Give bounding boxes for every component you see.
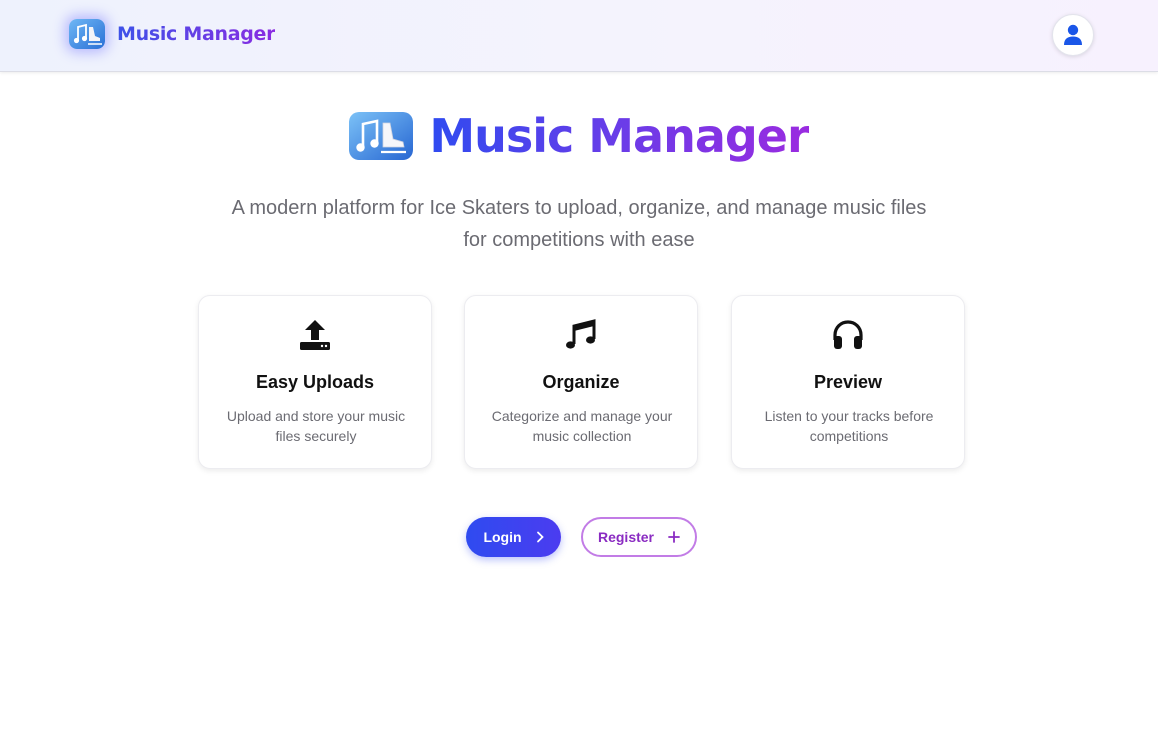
feature-title: Organize (542, 372, 620, 392)
brand[interactable]: Music Manager (69, 18, 275, 50)
hero-subtitle: A modern platform for Ice Skaters to upl… (231, 197, 927, 251)
user-icon (1064, 24, 1082, 45)
hero-title: Music Manager (429, 109, 809, 163)
profile-button[interactable] (1052, 14, 1094, 56)
music-skate-logo-icon (349, 112, 414, 160)
feature-description: Categorize and manage your music collect… (491, 408, 673, 444)
feature-card-organize: Organize Categorize and manage your musi… (464, 295, 698, 469)
upload-icon (300, 320, 330, 350)
register-label: Register (597, 529, 655, 545)
chevron-right-icon (536, 531, 544, 543)
register-button[interactable]: Register (581, 517, 697, 557)
music-skate-logo-icon (69, 19, 105, 49)
login-button[interactable]: Login (466, 517, 561, 557)
headphones-icon (833, 320, 863, 349)
feature-title: Easy Uploads (255, 372, 375, 392)
feature-card-preview: Preview Listen to your tracks before com… (731, 295, 965, 469)
music-note-icon (566, 319, 596, 349)
feature-title: Preview (813, 372, 883, 392)
top-navbar: Music Manager (0, 0, 1158, 72)
app-title: Music Manager (117, 23, 276, 45)
plus-icon (668, 531, 680, 543)
login-label: Login (483, 529, 522, 545)
feature-card-uploads: Easy Uploads Upload and store your music… (198, 295, 432, 469)
feature-description: Listen to your tracks before competition… (764, 408, 934, 444)
hero-header: Music Manager (0, 104, 1158, 168)
feature-description: Upload and store your music files secure… (226, 408, 406, 444)
